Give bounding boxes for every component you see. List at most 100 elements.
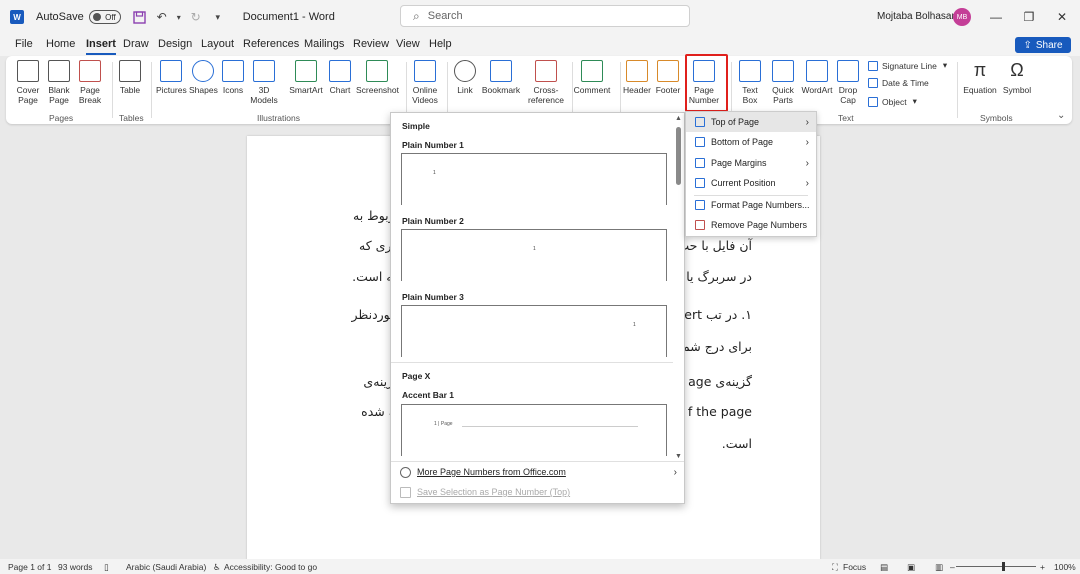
chart-button[interactable]: Chart [328,60,352,95]
save-selection-item[interactable]: Save Selection as Page Number (Top) [391,482,684,502]
wordart-button[interactable]: WordArt [800,60,834,95]
comment-button[interactable]: Comment [571,60,613,95]
object-button[interactable]: Object ▾ [868,96,917,107]
text-box-button[interactable]: Text Box [738,60,762,105]
shapes-icon [192,60,214,82]
screenshot-button[interactable]: Screenshot [356,60,399,95]
more-page-numbers-label: More Page Numbers from Office.com [417,467,566,477]
scroll-thumb[interactable] [676,127,681,185]
search-input[interactable]: ⌕ Search [400,5,690,27]
menu-item-page-margins[interactable]: Page Margins › [686,153,816,173]
gallery-thumb-plain-number-2[interactable]: 1 [401,229,667,281]
wordart-icon [806,60,828,82]
menu-item-top-of-page[interactable]: Top of Page › [686,112,816,132]
date-time-button[interactable]: Date & Time [868,78,929,88]
undo-icon[interactable]: ↶ [153,8,171,26]
page-break-button[interactable]: Page Break [78,60,102,105]
zoom-out-icon[interactable]: – [950,562,955,572]
menu-item-bottom-of-page[interactable]: Bottom of Page › [686,132,816,152]
redo-icon[interactable]: ↻ [187,8,205,26]
gallery-scrollbar[interactable]: ▲ ▼ [674,115,682,461]
table-button[interactable]: Table [118,60,142,95]
zoom-slider-knob[interactable] [1002,562,1005,571]
focus-button[interactable]: Focus [843,562,866,572]
blank-page-button[interactable]: Blank Page [47,60,71,105]
tab-insert[interactable]: Insert [86,38,116,55]
link-button[interactable]: Link [454,60,476,95]
proofing-icon[interactable]: ▯ [104,562,109,573]
online-videos-button[interactable]: Online Videos [410,60,440,105]
top-of-page-icon [695,117,705,127]
scroll-up-icon[interactable]: ▲ [675,115,682,122]
quick-parts-button[interactable]: Quick Parts [769,60,797,105]
tab-draw[interactable]: Draw [123,38,149,50]
video-icon [414,60,436,82]
cube-icon [253,60,275,82]
menu-item-label: Page Margins [711,158,767,168]
zoom-slider[interactable] [956,566,1036,567]
shapes-label: Shapes [189,85,218,95]
close-icon[interactable]: ✕ [1050,6,1074,28]
tab-file[interactable]: File [15,38,33,50]
smartart-button[interactable]: SmartArt [288,60,324,95]
share-button[interactable]: ⇪ Share [1015,37,1071,53]
restore-icon[interactable]: ❐ [1017,6,1041,28]
accent-bar-line [462,426,638,427]
pictures-button[interactable]: Pictures [156,60,187,95]
read-mode-icon[interactable]: ▤ [880,562,888,573]
tab-help[interactable]: Help [429,38,452,50]
zoom-in-icon[interactable]: + [1040,562,1045,572]
tab-review[interactable]: Review [353,38,389,50]
blank-page-label: Blank Page [48,85,70,105]
accessibility-status[interactable]: Accessibility: Good to go [224,562,317,572]
shapes-button[interactable]: Shapes [189,60,218,95]
divider [112,62,113,118]
tab-layout[interactable]: Layout [201,38,234,50]
zoom-level[interactable]: 100% [1054,562,1076,572]
save-selection-icon [400,486,411,498]
signature-line-button[interactable]: Signature Line ▾ [868,60,947,71]
web-layout-icon[interactable]: ▥ [935,562,943,573]
scroll-down-icon[interactable]: ▼ [675,453,682,460]
language-status[interactable]: Arabic (Saudi Arabia) [126,562,206,572]
bookmark-button[interactable]: Bookmark [481,60,521,95]
undo-dropdown-icon[interactable]: ▾ [175,8,183,26]
gallery-thumb-accent-bar-1[interactable]: 1 | Page [401,404,667,456]
print-layout-icon[interactable]: ▣ [907,562,915,573]
header-button[interactable]: Header [623,60,651,95]
icons-button[interactable]: Icons [221,60,245,95]
menu-item-format-page-numbers[interactable]: Format Page Numbers... [686,195,816,215]
share-icon: ⇪ [1023,39,1032,51]
menu-item-current-position[interactable]: Current Position › [686,173,816,193]
collapse-ribbon-icon[interactable]: ⌄ [1057,110,1065,121]
divider [406,62,407,118]
autosave-toggle[interactable]: Off [88,10,121,24]
gallery-thumb-plain-number-1[interactable]: 1 [401,153,667,205]
word-count[interactable]: 93 words [58,562,93,572]
footer-icon [657,60,679,82]
3d-models-button[interactable]: 3D Models [250,60,278,105]
tab-design[interactable]: Design [158,38,192,50]
tab-home[interactable]: Home [46,38,75,50]
customize-quick-access-icon[interactable]: ▾ [209,8,227,26]
drop-cap-button[interactable]: Drop Cap [836,60,860,105]
tab-references[interactable]: References [243,38,299,50]
doc-line: آن فایل با حت [677,238,752,253]
minimize-icon[interactable]: — [984,6,1008,28]
equation-button[interactable]: π Equation [963,60,997,95]
current-position-icon [695,178,705,188]
more-page-numbers-item[interactable]: More Page Numbers from Office.com › [391,462,684,482]
menu-item-remove-page-numbers[interactable]: Remove Page Numbers [686,215,816,235]
user-name[interactable]: Mojtaba Bolhasani [877,11,959,22]
footer-button[interactable]: Footer [655,60,681,95]
gallery-thumb-plain-number-3[interactable]: 1 [401,305,667,357]
page-count[interactable]: Page 1 of 1 [8,562,51,572]
avatar[interactable]: MB [953,8,971,26]
tab-view[interactable]: View [396,38,420,50]
save-icon[interactable] [131,8,149,26]
cover-page-button[interactable]: Cover Page [16,60,40,105]
symbol-button[interactable]: Ω Symbol [1002,60,1032,95]
drop-cap-icon [837,60,859,82]
cross-reference-button[interactable]: Cross- reference [525,60,567,105]
tab-mailings[interactable]: Mailings [304,38,344,50]
